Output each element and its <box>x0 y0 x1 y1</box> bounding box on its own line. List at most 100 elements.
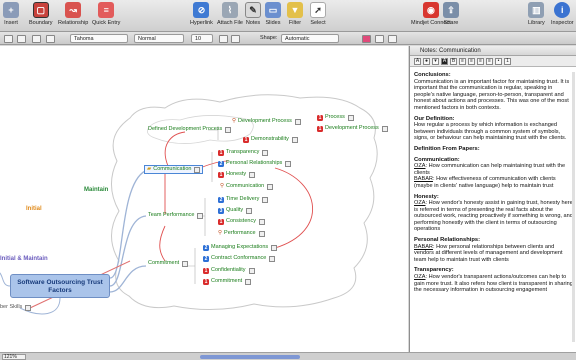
share-icon: ⇪ <box>443 2 459 18</box>
vertical-scrollbar[interactable] <box>572 72 575 342</box>
note-icon <box>291 136 298 143</box>
horizontal-scrollbar[interactable] <box>200 354 300 359</box>
note-icon <box>258 230 265 237</box>
ref-text: : How vendor's transparent actions/outco… <box>414 274 573 294</box>
topic-communication-selected[interactable]: ▰ Communication <box>144 165 204 174</box>
topic-text: Team Performance <box>148 212 195 218</box>
relationship-label: Relationship <box>58 20 89 26</box>
topic-text: Personal Relationships <box>226 160 283 166</box>
fill-color-icon[interactable] <box>4 34 13 43</box>
attach-file-button[interactable]: ⌇ Attach File <box>217 2 243 26</box>
topic-demonstrability[interactable]: 1 Demonstrability <box>243 136 298 143</box>
communication-babar: BABAR: How effectiveness of communicatio… <box>414 176 573 189</box>
note-icon <box>258 218 265 225</box>
topic-personal-relationships[interactable]: 2 Personal Relationships <box>218 160 292 167</box>
shape-label: Shape: <box>260 35 278 41</box>
topic-text: Communication <box>153 166 192 172</box>
topic-managing-expectations[interactable]: 2 Managing Expectations <box>203 244 278 251</box>
topic-text: Performance <box>224 230 256 236</box>
font-size-select[interactable]: 10 <box>191 34 213 43</box>
topic-text: Commitment <box>211 278 243 284</box>
map-canvas[interactable]: Software Outsourcing Trust Factors Initi… <box>0 46 408 352</box>
topic-team-performance[interactable]: Team Performance <box>148 212 204 219</box>
topic-contract-conformance[interactable]: 2 Contract Conformance <box>203 255 276 262</box>
topic-text: Quality <box>226 207 244 213</box>
label-initial-maintain[interactable]: Initial & Maintain <box>0 256 48 263</box>
priority-badge: 1 <box>218 218 224 225</box>
topic-commitment-2[interactable]: 1 Commitment <box>203 278 252 285</box>
font-style-select[interactable]: Normal <box>134 34 184 43</box>
zoom-select[interactable]: 121% <box>2 353 26 360</box>
justify-icon[interactable]: ≡ <box>486 58 493 65</box>
note-icon <box>347 114 354 121</box>
library-button[interactable]: ▥ Library <box>528 2 545 26</box>
inspector-button[interactable]: i Inspector <box>551 2 574 26</box>
topic-style-icon[interactable] <box>362 34 371 43</box>
text-color-icon[interactable] <box>46 34 55 43</box>
bold-icon[interactable]: A <box>441 58 448 65</box>
hyperlink-icon: ⊘ <box>193 2 210 18</box>
topic-text: Process <box>325 114 345 120</box>
topic-layout-icon[interactable] <box>375 34 384 43</box>
topic-confidentiality[interactable]: 1 Confidentiality <box>203 267 255 274</box>
topic-consistency[interactable]: 1 Consistency <box>218 218 265 225</box>
priority-badge: 1 <box>218 149 224 156</box>
numbering-icon[interactable]: 1 <box>504 58 511 65</box>
line-color-icon[interactable] <box>17 34 26 43</box>
label-other-skills[interactable]: ber Skills <box>0 304 32 311</box>
library-label: Library <box>528 20 545 26</box>
font-icon[interactable]: A <box>414 58 421 65</box>
label-maintain[interactable]: Maintain <box>84 187 108 194</box>
bullets-icon[interactable]: • <box>495 58 502 65</box>
relationship-button[interactable]: ↝ Relationship <box>58 2 88 26</box>
topic-commitment[interactable]: Commitment <box>148 260 189 267</box>
ref-text: : How communication can help maintaining… <box>414 163 566 176</box>
align-center-icon[interactable]: ≡ <box>468 58 475 65</box>
align-icon[interactable] <box>388 34 397 43</box>
definition-text: How regular a process by which informati… <box>414 122 567 142</box>
notes-button[interactable]: ✎ Notes <box>245 2 261 26</box>
ref-tag: BABAR <box>414 243 433 250</box>
central-topic[interactable]: Software Outsourcing Trust Factors <box>10 274 110 298</box>
topic-honesty[interactable]: 1 Honesty <box>218 171 256 178</box>
boundary-button[interactable]: ▢ Boundary <box>29 2 53 26</box>
topic-development-process-2[interactable]: 1 Development Process <box>317 125 388 132</box>
align-left-icon[interactable]: ≡ <box>459 58 466 65</box>
topic-defined-development-process[interactable]: Defined Development Process <box>148 126 232 133</box>
italic-icon[interactable]: B <box>450 58 457 65</box>
highlight-icon[interactable]: ▾ <box>432 58 439 65</box>
slides-button[interactable]: ▭ Slides <box>265 2 281 26</box>
bold-icon[interactable] <box>219 34 228 43</box>
topic-process[interactable]: 1 Process <box>317 114 354 121</box>
topic-development-process[interactable]: ⚲ Development Process <box>232 118 301 125</box>
align-right-icon[interactable]: ≡ <box>477 58 484 65</box>
color-icon[interactable]: ● <box>423 58 430 65</box>
topic-text: Confidentiality <box>211 267 246 273</box>
text-color-picker-icon[interactable] <box>231 34 240 43</box>
priority-badge: 3 <box>218 207 224 214</box>
topic-quality[interactable]: 3 Quality <box>218 207 253 214</box>
topic-performance[interactable]: ⚲ Performance <box>218 230 265 237</box>
shape-select[interactable]: Automatic <box>281 34 339 43</box>
priority-badge: 1 <box>317 114 323 121</box>
font-family-select[interactable]: Tahoma <box>70 34 128 43</box>
topic-text: Consistency <box>226 218 256 224</box>
share-button[interactable]: ⇪ Share <box>443 2 459 26</box>
topic-text: Defined Development Process <box>148 126 223 132</box>
quick-entry-button[interactable]: ≡ Quick Entry <box>92 2 120 26</box>
status-bar: 121% <box>0 352 576 360</box>
inspector-title: Notes: Communication <box>410 46 576 56</box>
topic-time-delivery[interactable]: 2 Time Delivery <box>218 196 269 203</box>
library-icon: ▥ <box>528 2 545 18</box>
hyperlink-button[interactable]: ⊘ Hyperlink <box>190 2 213 26</box>
notes-body[interactable]: Conclusions: Communication is an importa… <box>414 72 573 350</box>
select-button[interactable]: ➚ Select <box>310 2 326 26</box>
label-initial[interactable]: Initial <box>26 206 42 213</box>
filter-button[interactable]: ▼ Filter <box>287 2 303 26</box>
insert-button[interactable]: + Insert <box>3 2 19 26</box>
line-style-icon[interactable] <box>32 34 41 43</box>
topic-communication-sub[interactable]: ⚲ Communication <box>220 183 274 190</box>
topic-transparency[interactable]: 1 Transparency <box>218 149 269 156</box>
main-toolbar: + Insert ▢ Boundary ↝ Relationship ≡ Qui… <box>0 0 576 32</box>
ref-tag: OZA <box>414 163 426 170</box>
